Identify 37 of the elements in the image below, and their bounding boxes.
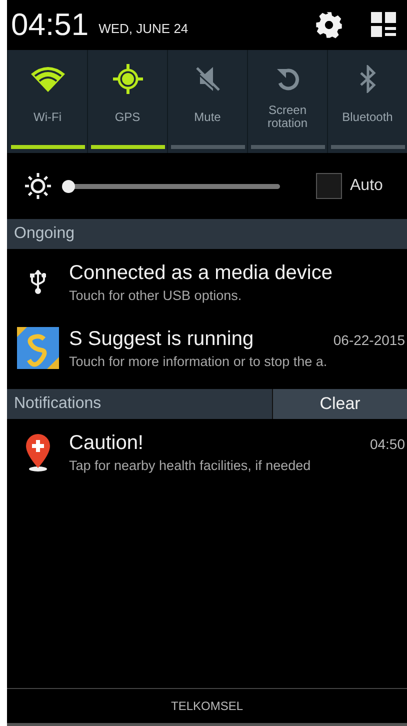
notification-text: Touch for more information or to stop the a. xyxy=(69,354,328,368)
wifi-icon xyxy=(30,66,64,92)
notification-item[interactable]: S Suggest is running 06-22-2015 Touch for more information or to stop the a. xyxy=(7,315,407,381)
notification-title: Caution! xyxy=(69,432,144,454)
bluetooth-icon xyxy=(358,65,376,93)
notification-title: S Suggest is running xyxy=(69,328,254,350)
notification-item[interactable]: Caution! 04:50 Tap for nearby health facilities, if needed xyxy=(7,419,407,485)
slider-thumb[interactable] xyxy=(62,180,76,192)
gps-icon xyxy=(112,64,142,94)
usb-icon xyxy=(30,270,46,294)
quick-toggle[interactable]: Wi-Fi xyxy=(7,50,87,153)
carrier-name: TELKOMSEL xyxy=(170,699,244,713)
notification-time: 06-22-2015 xyxy=(333,332,405,348)
brightness-icon xyxy=(25,173,51,199)
auto-checkbox[interactable] xyxy=(316,173,342,199)
notification-title: Connected as a media device xyxy=(69,262,332,284)
clock-time: 04:51 xyxy=(11,7,89,43)
quick-toggle[interactable]: GPS xyxy=(87,50,167,153)
brightness-slider[interactable] xyxy=(65,180,280,192)
quick-toggle[interactable]: Mute xyxy=(167,50,247,153)
clear-button[interactable]: Clear xyxy=(272,389,407,419)
quick-toggle[interactable]: Screen rotation xyxy=(247,50,327,153)
auto-label: Auto xyxy=(350,177,383,195)
section-title: Ongoing xyxy=(13,225,74,243)
notification-item[interactable]: Connected as a media device Touch for other USB options. xyxy=(7,249,407,315)
app-icon xyxy=(17,327,59,369)
grid-icon[interactable] xyxy=(371,12,397,38)
map-pin-icon xyxy=(24,432,52,472)
notification-text: Tap for nearby health facilities, if needed xyxy=(69,458,312,472)
settings-icon[interactable] xyxy=(315,11,343,39)
notification-text: Touch for other USB options. xyxy=(69,288,243,302)
section-title: Notifications xyxy=(14,395,102,413)
notification-time: 04:50 xyxy=(370,436,405,452)
date-label: WED, JUNE 24 xyxy=(98,20,188,36)
quick-toggle[interactable]: Bluetooth xyxy=(327,50,407,153)
rotation-icon xyxy=(274,66,300,92)
mute-icon xyxy=(194,65,222,93)
